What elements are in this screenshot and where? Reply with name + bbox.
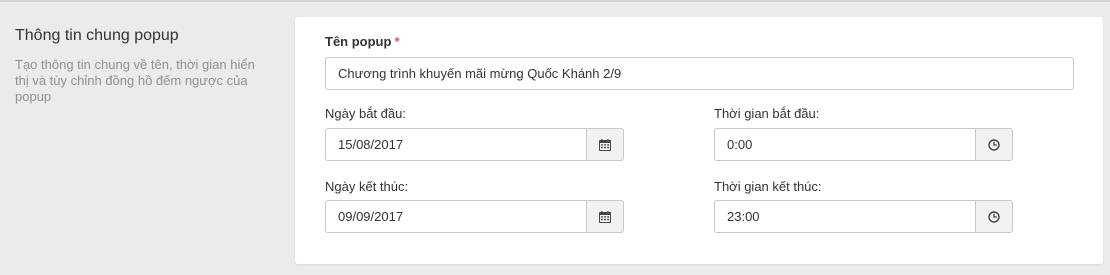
start-time-group (714, 128, 1013, 161)
start-time-label: Thời gian bắt đầu: (714, 106, 820, 121)
start-date-label: Ngày bắt đầu: (325, 106, 406, 121)
end-date-picker-button[interactable] (586, 200, 624, 233)
top-divider (0, 0, 1110, 2)
required-mark: * (394, 34, 400, 49)
popup-name-label: Tên popup * (325, 34, 400, 50)
start-date-picker-button[interactable] (586, 128, 624, 161)
end-date-group (325, 200, 624, 233)
end-time-input[interactable] (714, 200, 975, 233)
clock-icon (988, 138, 1000, 151)
end-time-group (714, 200, 1013, 233)
section-subtitle: Tạo thông tin chung về tên, thời gian hi… (15, 57, 255, 104)
start-time-input[interactable] (714, 128, 975, 161)
calendar-icon (599, 138, 611, 151)
section-title: Thông tin chung popup (15, 27, 179, 44)
end-date-input[interactable] (325, 200, 586, 233)
general-info-card: Tên popup* Ngày bắt đầu: (295, 17, 1103, 264)
section-description: Thông tin chung popup Tạo thông tin chun… (15, 26, 270, 105)
start-date-input[interactable] (325, 128, 586, 161)
end-date-label: Ngày kết thúc: (325, 179, 409, 194)
popup-name-input[interactable] (325, 57, 1074, 90)
start-date-group (325, 128, 624, 161)
end-time-picker-button[interactable] (975, 200, 1013, 233)
start-time-picker-button[interactable] (975, 128, 1013, 161)
calendar-icon (599, 210, 611, 223)
popup-name-label-text: Tên popup (325, 34, 392, 49)
end-time-label: Thời gian kết thúc: (714, 179, 822, 194)
clock-icon (988, 210, 1000, 223)
